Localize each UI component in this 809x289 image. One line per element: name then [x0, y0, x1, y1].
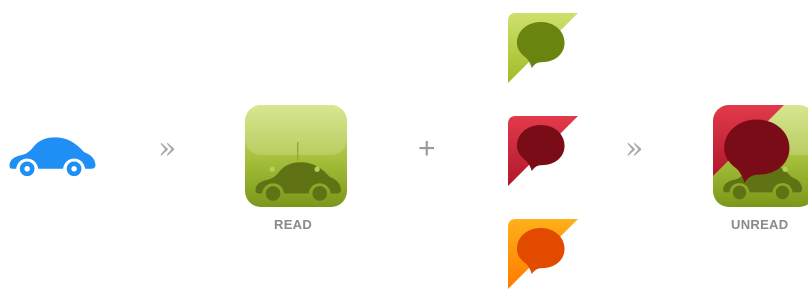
- read-car-tile-icon: [245, 105, 347, 207]
- orange-speech-corner-icon: [508, 219, 578, 289]
- car-icon: [6, 132, 98, 178]
- diagram: » READ + » UNREAD: [0, 0, 809, 289]
- unread-car-tile-icon: [713, 105, 808, 207]
- red-speech-corner-icon: [508, 116, 578, 186]
- arrow-operator: »: [625, 131, 644, 166]
- read-caption: READ: [274, 217, 313, 232]
- green-speech-corner-icon: [508, 13, 578, 83]
- plus-operator: +: [418, 132, 436, 165]
- unread-caption: UNREAD: [731, 217, 789, 232]
- arrow-operator: »: [158, 131, 177, 166]
